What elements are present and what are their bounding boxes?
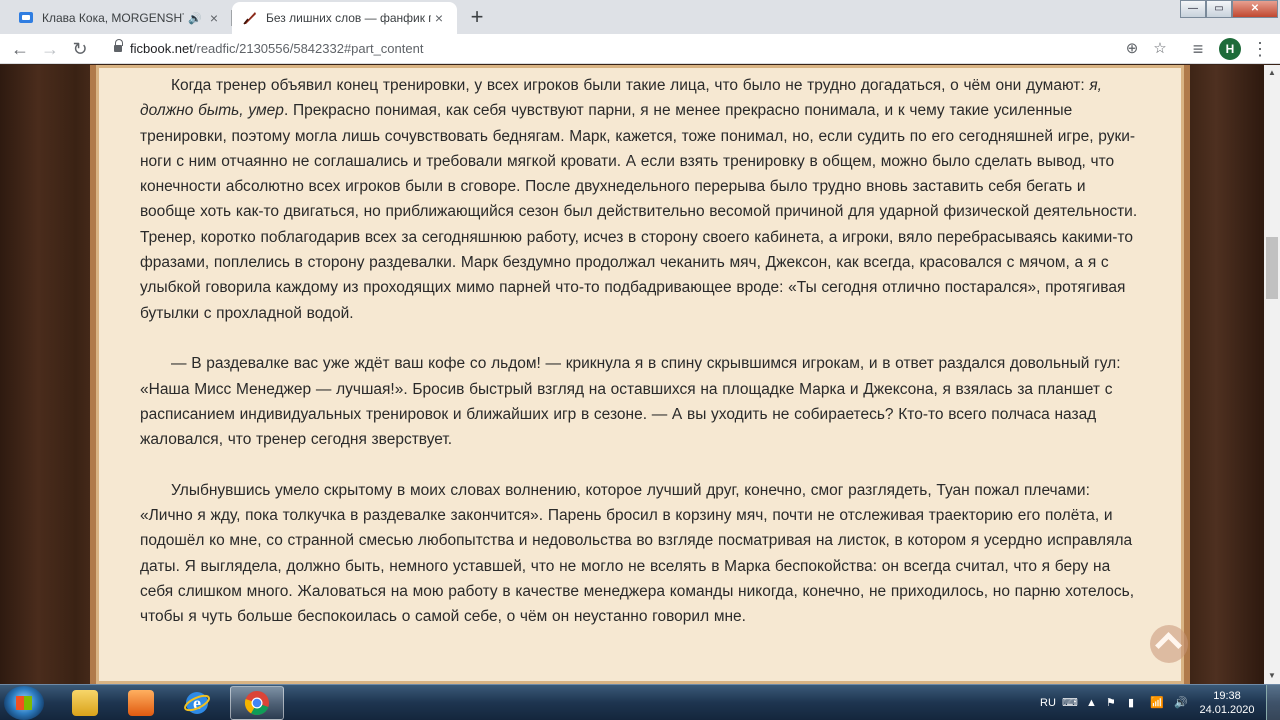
- explorer-icon[interactable]: [58, 686, 112, 720]
- flag-icon[interactable]: ⚑: [1106, 685, 1116, 720]
- paragraph-2: — В раздевалке вас уже ждёт ваш кофе со …: [140, 355, 1121, 449]
- close-window-button[interactable]: ✕: [1232, 0, 1278, 18]
- scroll-down-arrow-icon[interactable]: ▼: [1264, 668, 1280, 684]
- menu-icon[interactable]: ⋮: [1248, 37, 1272, 61]
- media-player-icon[interactable]: [114, 686, 168, 720]
- network-icon[interactable]: 📶: [1150, 685, 1164, 720]
- clock-time: 19:38: [1213, 690, 1241, 702]
- bookmark-star-icon[interactable]: ☆: [1150, 39, 1170, 59]
- paragraph-1: Когда тренер объявил конец тренировки, у…: [140, 77, 1138, 322]
- chrome-icon[interactable]: [230, 686, 284, 720]
- scroll-to-top-button[interactable]: [1150, 625, 1188, 663]
- internet-explorer-icon[interactable]: e: [170, 686, 224, 720]
- vertical-scrollbar[interactable]: ▲ ▼: [1264, 65, 1280, 684]
- start-button[interactable]: [4, 686, 44, 720]
- language-indicator[interactable]: RU: [1040, 685, 1056, 720]
- profile-avatar[interactable]: H: [1219, 38, 1241, 60]
- back-button[interactable]: ←: [8, 37, 32, 61]
- scroll-up-arrow-icon[interactable]: ▲: [1264, 65, 1280, 81]
- minimize-button[interactable]: —: [1180, 0, 1206, 18]
- url-text[interactable]: ficbook.net/readfic/2130556/5842332#part…: [130, 41, 423, 56]
- taskbar: e RU ⌨ ▲ ⚑ ▮ 📶 🔊 19:38 24.01.2020: [0, 684, 1280, 720]
- close-tab-icon[interactable]: ×: [431, 10, 447, 26]
- system-clock[interactable]: 19:38 24.01.2020: [1196, 689, 1258, 717]
- show-desktop-button[interactable]: [1266, 685, 1280, 720]
- tab-bar: Клава Кока, MORGENSHTERN 🔊 × Без лишних …: [0, 0, 1280, 34]
- page-viewport: Когда тренер объявил конец тренировки, у…: [0, 65, 1264, 684]
- tab-klava-koka[interactable]: Клава Кока, MORGENSHTERN 🔊 ×: [8, 2, 232, 34]
- url-host: ficbook.net: [130, 41, 193, 56]
- maximize-button[interactable]: ▭: [1206, 0, 1232, 18]
- forward-button[interactable]: →: [38, 37, 62, 61]
- reading-list-icon[interactable]: ≡: [1186, 37, 1210, 61]
- url-path: /readfic/2130556/5842332#part_content: [192, 41, 424, 56]
- paragraph-3: Улыбнувшись умело скрытому в моих словах…: [140, 481, 1135, 626]
- chat-icon: [18, 10, 34, 26]
- wood-frame-right: [1184, 65, 1264, 684]
- scrollbar-thumb[interactable]: [1266, 237, 1278, 299]
- show-hidden-icons-icon[interactable]: ▲: [1086, 685, 1097, 720]
- keyboard-icon[interactable]: ⌨: [1062, 685, 1078, 720]
- quill-icon: [242, 10, 258, 26]
- tab-fanfic[interactable]: Без лишних слов — фанфик по ×: [232, 2, 457, 34]
- volume-icon[interactable]: 🔊: [1174, 685, 1188, 720]
- speaker-icon[interactable]: 🔊: [188, 12, 202, 25]
- story-text: Когда тренер объявил конец тренировки, у…: [140, 73, 1140, 655]
- lock-icon[interactable]: [114, 39, 123, 53]
- story-paper: Когда тренер объявил конец тренировки, у…: [90, 65, 1190, 684]
- reload-button[interactable]: ↻: [68, 37, 92, 61]
- tab-title: Клава Кока, MORGENSHTERN: [42, 11, 184, 25]
- address-bar[interactable]: ficbook.net/readfic/2130556/5842332#part…: [104, 35, 1182, 63]
- tab-title: Без лишних слов — фанфик по: [266, 11, 431, 25]
- zoom-icon[interactable]: ⊕: [1122, 39, 1142, 59]
- window-controls: — ▭ ✕: [1180, 0, 1278, 18]
- clock-date: 24.01.2020: [1199, 704, 1255, 716]
- power-icon[interactable]: ▮: [1128, 685, 1134, 720]
- new-tab-button[interactable]: +: [463, 4, 491, 32]
- close-tab-icon[interactable]: ×: [206, 10, 222, 26]
- browser-toolbar: ← → ↻ ficbook.net/readfic/2130556/584233…: [0, 34, 1280, 64]
